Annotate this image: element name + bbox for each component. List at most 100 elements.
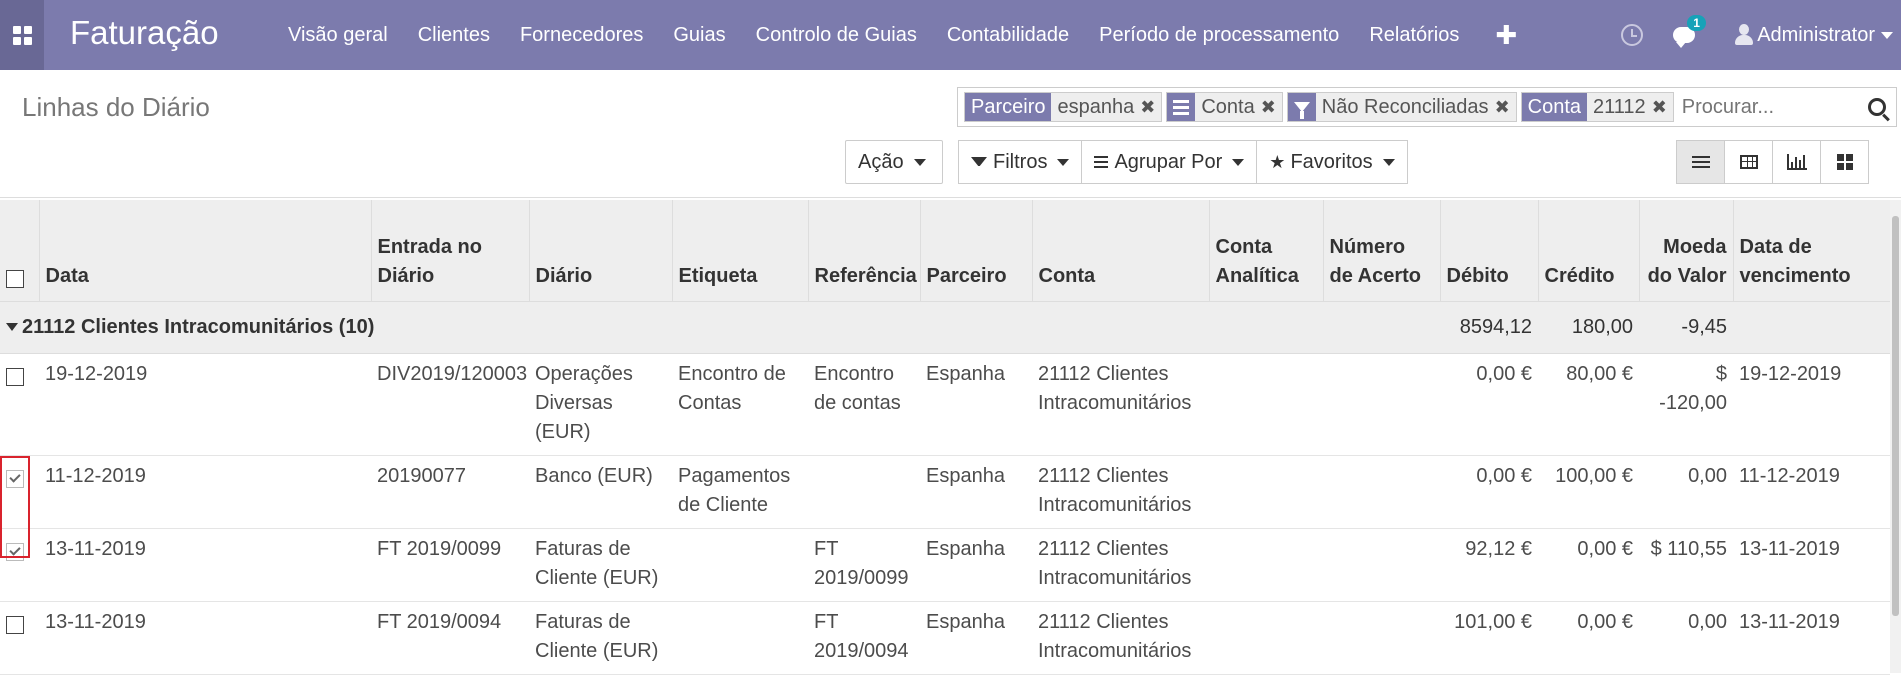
cell-debit: 101,00 € <box>1440 601 1538 675</box>
top-navbar: Faturação Visão geral Clientes Fornecedo… <box>0 0 1901 70</box>
facet-label: Parceiro <box>965 93 1052 121</box>
menu-item-guias[interactable]: Guias <box>673 24 725 47</box>
cell-reference <box>808 455 920 529</box>
column-header-data-vencimento[interactable]: Data de vencimento <box>1733 200 1891 302</box>
view-switcher <box>1676 140 1869 184</box>
bar-chart-icon <box>1786 154 1807 170</box>
remove-facet-icon[interactable]: ✖ <box>1140 93 1161 121</box>
filters-dropdown-button[interactable]: Filtros <box>958 140 1083 184</box>
favorites-dropdown-button[interactable]: ★ Favoritos <box>1256 140 1408 184</box>
cell-analytic-account <box>1209 601 1323 675</box>
column-header-diario[interactable]: Diário <box>529 200 673 302</box>
facet-value: espanha <box>1057 95 1135 118</box>
cell-partner: Espanha <box>920 601 1032 675</box>
column-header-credito[interactable]: Crédito <box>1538 200 1640 302</box>
plus-icon[interactable]: ✚ <box>1495 20 1517 51</box>
bars-icon <box>1094 153 1109 171</box>
column-header-etiqueta[interactable]: Etiqueta <box>672 200 809 302</box>
cell-due-date: 19-12-2019 <box>1733 353 1890 456</box>
menu-item-controlo-de-guias[interactable]: Controlo de Guias <box>756 24 917 47</box>
cell-journal: Faturas de Cliente (EUR) <box>529 528 672 602</box>
list-icon <box>1691 153 1710 171</box>
filter-icon <box>1287 93 1316 121</box>
cell-label: Encontro de Contas <box>672 353 808 456</box>
cell-label <box>672 601 808 675</box>
cell-debit: 0,00 € <box>1440 353 1538 456</box>
cell-credit: 100,00 € <box>1538 455 1639 529</box>
list-view-button[interactable] <box>1676 140 1725 184</box>
column-header-conta[interactable]: Conta <box>1032 200 1210 302</box>
apps-menu-button[interactable] <box>0 0 44 70</box>
table-row[interactable]: 13-11-2019 FT 2019/0099 Faturas de Cliente… <box>0 528 1890 602</box>
pivot-view-button[interactable] <box>1724 140 1773 184</box>
row-checkbox[interactable] <box>6 543 24 562</box>
column-header-numero-acerto[interactable]: Número de Acerto <box>1323 200 1441 302</box>
main-menu: Visão geral Clientes Fornecedores Guias … <box>288 0 1547 70</box>
activities-clock-icon[interactable] <box>1621 24 1644 46</box>
table-row[interactable]: 13-11-2019 FT 2019/0094 Faturas de Cliente… <box>0 601 1890 675</box>
user-menu[interactable]: Administrator <box>1735 24 1893 47</box>
menu-item-periodo-de-processamento[interactable]: Período de processamento <box>1099 24 1339 47</box>
search-bar[interactable]: Parceiro espanha ✖ Conta ✖ Não Reconcili… <box>957 87 1897 127</box>
cell-debit: 0,00 € <box>1440 455 1538 529</box>
cell-entry: FT 2019/0094 <box>371 601 529 675</box>
menu-item-clientes[interactable]: Clientes <box>418 24 490 47</box>
column-header-data[interactable]: Data <box>39 200 372 302</box>
cell-analytic-account <box>1209 455 1323 529</box>
action-dropdown-button[interactable]: Ação <box>845 140 943 184</box>
menu-item-contabilidade[interactable]: Contabilidade <box>947 24 1069 47</box>
cell-matching-number <box>1323 455 1440 529</box>
chevron-down-icon <box>1057 158 1070 166</box>
row-select-cell <box>0 455 39 529</box>
column-header-parceiro[interactable]: Parceiro <box>920 200 1033 302</box>
kanban-view-button[interactable] <box>1820 140 1869 184</box>
groupby-dropdown-button[interactable]: Agrupar Por <box>1081 140 1258 184</box>
cell-amount-currency: $ -120,00 <box>1639 353 1733 456</box>
row-checkbox[interactable] <box>6 616 24 635</box>
column-header-moeda-valor[interactable]: Moeda do Valor <box>1639 200 1734 302</box>
column-header-entrada[interactable]: Entrada no Diário <box>371 200 530 302</box>
column-header-referencia[interactable]: Referência <box>808 200 921 302</box>
search-input[interactable] <box>1679 94 1850 120</box>
menu-item-fornecedores[interactable]: Fornecedores <box>520 24 643 47</box>
apps-grid-icon <box>12 25 32 45</box>
table-row[interactable]: 11-12-2019 20190077 Banco (EUR) Pagamentos … <box>0 455 1890 529</box>
cell-analytic-account <box>1209 528 1323 602</box>
group-label-cell: 21112 Clientes Intracomunitários (10) <box>0 301 1440 354</box>
table-header-row: Data Entrada no Diário Diário Etiqueta R… <box>0 200 1891 302</box>
groupby-label: Agrupar Por <box>1114 150 1223 173</box>
cell-journal: Operações Diversas (EUR) <box>529 353 672 456</box>
systray: 1 Administrator <box>1621 0 1901 70</box>
remove-facet-icon[interactable]: ✖ <box>1495 93 1516 121</box>
messaging-menu[interactable]: 1 <box>1673 15 1706 48</box>
facet-parceiro[interactable]: Parceiro espanha ✖ <box>964 92 1163 122</box>
user-icon <box>1735 24 1754 46</box>
action-label: Ação <box>858 150 904 173</box>
facet-conta[interactable]: Conta 21112 ✖ <box>1520 92 1674 122</box>
group-row[interactable]: 21112 Clientes Intracomunitários (10) 85… <box>0 301 1890 354</box>
vertical-scrollbar[interactable] <box>1890 200 1901 673</box>
scrollbar-thumb[interactable] <box>1892 216 1899 616</box>
facet-filter-nao-reconciliadas[interactable]: Não Reconciliadas ✖ <box>1286 92 1517 122</box>
cell-partner: Espanha <box>920 455 1032 529</box>
cell-account: 21112 Clientes Intracomunitários <box>1032 353 1209 456</box>
app-title[interactable]: Faturação <box>70 14 219 52</box>
row-checkbox[interactable] <box>6 368 24 387</box>
menu-item-visao-geral[interactable]: Visão geral <box>288 24 388 47</box>
row-checkbox[interactable] <box>6 470 24 489</box>
select-all-checkbox[interactable] <box>6 270 24 289</box>
graph-view-button[interactable] <box>1772 140 1821 184</box>
search-icon[interactable] <box>1868 98 1886 116</box>
row-select-cell <box>0 528 39 602</box>
user-name: Administrator <box>1757 23 1875 46</box>
table-row[interactable]: 19-12-2019 DIV2019/120003 Operações Divers… <box>0 353 1890 456</box>
facet-groupby-conta[interactable]: Conta ✖ <box>1166 92 1283 122</box>
remove-facet-icon[interactable]: ✖ <box>1261 93 1282 121</box>
table-icon <box>1739 155 1758 169</box>
menu-item-relatorios[interactable]: Relatórios <box>1369 24 1459 47</box>
remove-facet-icon[interactable]: ✖ <box>1652 93 1673 121</box>
column-header-debito[interactable]: Débito <box>1440 200 1539 302</box>
column-header-conta-analitica[interactable]: Conta Analítica <box>1209 200 1324 302</box>
cell-label: Pagamentos de Cliente <box>672 455 808 529</box>
bars-icon <box>1167 93 1196 121</box>
